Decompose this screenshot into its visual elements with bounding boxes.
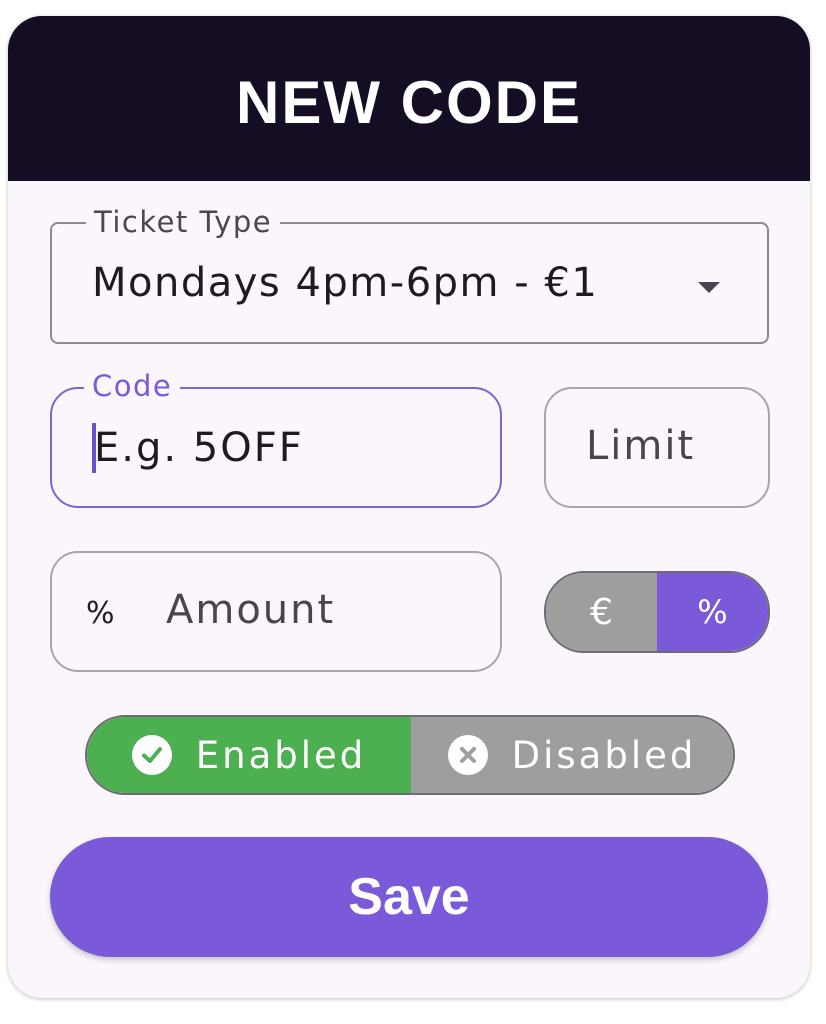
status-toggle: Enabled Disabled bbox=[85, 715, 735, 795]
euro-option[interactable]: € bbox=[546, 573, 657, 651]
enabled-label: Enabled bbox=[195, 733, 367, 777]
ticket-type-label: Ticket Type bbox=[86, 204, 281, 240]
save-button[interactable]: Save bbox=[50, 837, 768, 957]
limit-input[interactable]: Limit bbox=[586, 423, 695, 469]
disabled-option[interactable]: Disabled bbox=[411, 717, 733, 793]
disabled-label: Disabled bbox=[511, 733, 697, 777]
discount-type-toggle: € % bbox=[544, 571, 770, 653]
ticket-type-select[interactable]: Ticket Type Mondays 4pm-6pm - €1 bbox=[50, 204, 769, 344]
dialog-header: NEW CODE bbox=[8, 16, 810, 181]
limit-field[interactable]: Limit bbox=[544, 387, 770, 508]
ticket-type-value: Mondays 4pm-6pm - €1 bbox=[92, 260, 599, 306]
dialog-title: NEW CODE bbox=[236, 69, 582, 136]
percent-option[interactable]: % bbox=[657, 573, 768, 651]
check-circle-icon bbox=[131, 735, 172, 775]
enabled-option[interactable]: Enabled bbox=[87, 717, 411, 793]
arrow-drop-down-icon[interactable] bbox=[698, 282, 720, 293]
amount-prefix: % bbox=[86, 596, 115, 631]
code-field[interactable]: Code E.g. 5OFF bbox=[50, 368, 502, 508]
cancel-circle-icon bbox=[447, 735, 488, 775]
new-code-dialog: NEW CODE Ticket Type Mondays 4pm-6pm - €… bbox=[8, 16, 810, 998]
code-input[interactable]: E.g. 5OFF bbox=[94, 425, 304, 471]
amount-input[interactable]: Amount bbox=[166, 587, 335, 633]
amount-field[interactable]: % Amount bbox=[50, 551, 502, 672]
code-label: Code bbox=[84, 368, 181, 404]
